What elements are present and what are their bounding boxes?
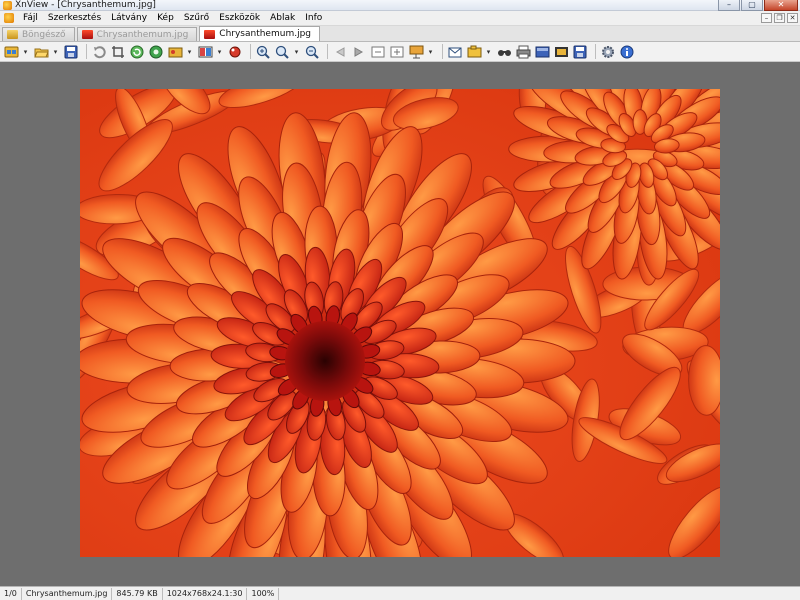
- status-zoom: 100%: [247, 587, 280, 600]
- tab-image-2[interactable]: Chrysanthemum.jpg: [199, 26, 320, 41]
- next-icon[interactable]: [351, 44, 367, 60]
- chrysanthemum-image: [80, 89, 720, 557]
- tab-label: Böngésző: [22, 29, 66, 40]
- browser-icon[interactable]: [3, 44, 19, 60]
- toolbar-separator: [442, 44, 443, 59]
- dropdown-icon[interactable]: ▾: [52, 44, 59, 60]
- status-dimensions: 1024x768x24.1:30: [163, 587, 248, 600]
- toolbar-separator: [595, 44, 596, 59]
- zoom-dropdown-icon[interactable]: [274, 44, 290, 60]
- crop-icon[interactable]: [110, 44, 126, 60]
- chrysanthemum-photo: [80, 89, 720, 557]
- dropdown-icon[interactable]: ▾: [427, 44, 434, 60]
- dropdown-icon[interactable]: ▾: [485, 44, 492, 60]
- previous-icon[interactable]: [332, 44, 348, 60]
- adjust-icon[interactable]: [167, 44, 183, 60]
- dropdown-icon[interactable]: ▾: [186, 44, 193, 60]
- refresh-icon[interactable]: [129, 44, 145, 60]
- zoom-out-icon[interactable]: [304, 44, 320, 60]
- menu-filter[interactable]: Szűrő: [179, 13, 214, 23]
- window-title: XnView - [Chrysanthemum.jpg]: [15, 0, 156, 10]
- convert-icon[interactable]: [572, 44, 588, 60]
- capture-icon[interactable]: [466, 44, 482, 60]
- minimize-button[interactable]: –: [718, 0, 740, 11]
- zoom-in-icon[interactable]: [255, 44, 271, 60]
- doc-close-button[interactable]: ✕: [787, 13, 798, 23]
- image-icon: [81, 30, 93, 39]
- effects-icon[interactable]: [227, 44, 243, 60]
- menu-image[interactable]: Kép: [152, 13, 179, 23]
- toolbar-separator: [86, 44, 87, 59]
- menu-file[interactable]: Fájl: [18, 13, 43, 23]
- title-bar: XnView - [Chrysanthemum.jpg] – ▢ ✕: [0, 0, 800, 11]
- menu-info[interactable]: Info: [300, 13, 327, 23]
- image-viewer[interactable]: [0, 62, 800, 586]
- color-icon[interactable]: [148, 44, 164, 60]
- toolbar-separator: [250, 44, 251, 59]
- filmstrip-icon[interactable]: [553, 44, 569, 60]
- print-icon[interactable]: [515, 44, 531, 60]
- toolbar-separator: [327, 44, 328, 59]
- find-icon[interactable]: [496, 44, 512, 60]
- menu-view[interactable]: Látvány: [106, 13, 152, 23]
- doc-restore-button[interactable]: ❐: [774, 13, 785, 23]
- image-icon: [204, 29, 216, 39]
- close-button[interactable]: ✕: [764, 0, 798, 11]
- first-icon[interactable]: [370, 44, 386, 60]
- scanner-icon[interactable]: [534, 44, 550, 60]
- menu-bar: Fájl Szerkesztés Látvány Kép Szűrő Eszkö…: [0, 11, 800, 26]
- status-filename: Chrysanthemum.jpg: [22, 587, 113, 600]
- tab-label: Chrysanthemum.jpg: [219, 29, 311, 39]
- status-bar: 1/0 Chrysanthemum.jpg 845.79 KB 1024x768…: [0, 586, 800, 600]
- open-folder-icon[interactable]: [33, 44, 49, 60]
- slideshow-icon[interactable]: [408, 44, 424, 60]
- settings-icon[interactable]: [600, 44, 616, 60]
- window-controls: – ▢ ✕: [718, 0, 798, 11]
- last-icon[interactable]: [389, 44, 405, 60]
- dropdown-icon[interactable]: ▾: [293, 44, 300, 60]
- doc-minimize-button[interactable]: –: [761, 13, 772, 23]
- info-icon[interactable]: [619, 44, 635, 60]
- dropdown-icon[interactable]: ▾: [216, 44, 223, 60]
- tab-label: Chrysanthemum.jpg: [96, 29, 189, 40]
- toolbar: ▾ ▾ ▾ ▾ ▾ ▾ ▾: [0, 42, 800, 62]
- xnview-app-icon: [3, 0, 12, 10]
- dropdown-icon[interactable]: ▾: [22, 44, 29, 60]
- status-filesize: 845.79 KB: [112, 587, 163, 600]
- rotate-icon[interactable]: [91, 44, 107, 60]
- menu-edit[interactable]: Szerkesztés: [43, 13, 106, 23]
- folder-browser-icon: [7, 30, 18, 39]
- save-icon[interactable]: [63, 44, 79, 60]
- document-menu-icon[interactable]: [4, 13, 14, 23]
- menu-window[interactable]: Ablak: [265, 13, 300, 23]
- email-icon[interactable]: [447, 44, 463, 60]
- display-icon[interactable]: [197, 44, 213, 60]
- tab-bar: Böngésző Chrysanthemum.jpg Chrysanthemum…: [0, 26, 800, 42]
- menu-tools[interactable]: Eszközök: [214, 13, 265, 23]
- document-window-controls: – ❐ ✕: [761, 13, 798, 23]
- status-index: 1/0: [0, 587, 22, 600]
- maximize-button[interactable]: ▢: [741, 0, 763, 11]
- tab-browser[interactable]: Böngésző: [2, 27, 75, 41]
- tab-image-1[interactable]: Chrysanthemum.jpg: [76, 27, 198, 41]
